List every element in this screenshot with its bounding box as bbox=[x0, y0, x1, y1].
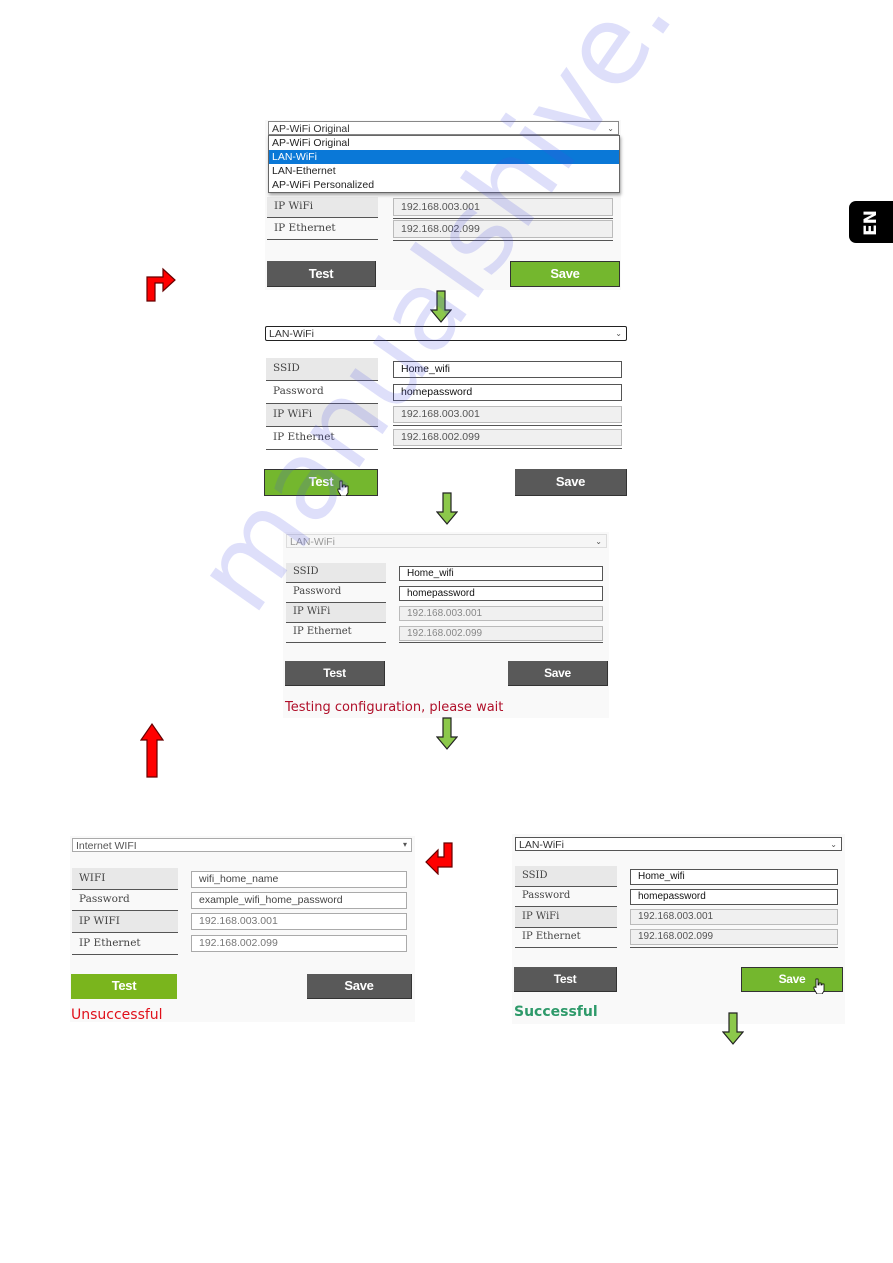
mode-dropdown: AP-WiFi Original LAN-WiFi LAN-Ethernet A… bbox=[268, 135, 620, 193]
unsuccessful-status-message: Unsuccessful bbox=[71, 1007, 163, 1023]
save-button[interactable]: Save bbox=[741, 967, 843, 992]
dropdown-option[interactable]: LAN-Ethernet bbox=[269, 164, 619, 178]
test-button[interactable]: Test bbox=[267, 261, 376, 287]
password-label: Password bbox=[286, 583, 386, 603]
ip-wifi-field[interactable]: 192.168.003.001 bbox=[393, 198, 613, 216]
save-button[interactable]: Save bbox=[510, 261, 620, 287]
dropdown-option[interactable]: AP-WiFi Personalized bbox=[269, 178, 619, 192]
password-input[interactable]: homepassword bbox=[393, 384, 622, 401]
green-down-arrow-icon bbox=[436, 492, 458, 525]
divider bbox=[393, 425, 622, 426]
ip-ethernet-label: IP Ethernet bbox=[266, 427, 378, 450]
divider bbox=[393, 218, 613, 219]
testing-status-message: Testing configuration, please wait bbox=[285, 700, 504, 715]
mode-select[interactable]: Internet WIFI ▾ bbox=[72, 838, 412, 852]
wifi-input[interactable]: wifi_home_name bbox=[191, 871, 407, 888]
hand-cursor-icon bbox=[813, 978, 825, 994]
language-label: EN bbox=[861, 210, 881, 236]
password-label: Password bbox=[72, 890, 178, 911]
chevron-down-icon: ⌄ bbox=[830, 840, 837, 849]
ip-wifi-label: IP WiFi bbox=[286, 603, 386, 623]
ip-ethernet-field[interactable]: 192.168.002.099 bbox=[630, 929, 838, 945]
ip-wifi-label: IP WiFi bbox=[267, 197, 378, 218]
mode-select-value: LAN-WiFi bbox=[269, 328, 314, 340]
ip-ethernet-field[interactable]: 192.168.002.099 bbox=[393, 220, 613, 238]
mode-select[interactable]: LAN-WiFi ⌄ bbox=[265, 326, 627, 341]
ip-wifi-label: IP WiFi bbox=[515, 907, 617, 928]
ip-ethernet-label: IP Ethernet bbox=[72, 933, 178, 955]
chevron-down-icon: ⌄ bbox=[607, 124, 614, 133]
red-turn-right-arrow-icon bbox=[146, 267, 176, 302]
ip-wifi-label: IP WiFi bbox=[266, 404, 378, 427]
mode-select-value: Internet WIFI bbox=[76, 840, 137, 852]
password-input[interactable]: homepassword bbox=[630, 889, 838, 905]
mode-select[interactable]: LAN-WiFi ⌄ bbox=[515, 837, 842, 851]
password-input[interactable]: example_wifi_home_password bbox=[191, 892, 407, 909]
divider bbox=[393, 240, 613, 241]
ssid-input[interactable]: Home_wifi bbox=[399, 566, 603, 581]
mode-select[interactable]: AP-WiFi Original ⌄ bbox=[268, 121, 619, 135]
ip-wifi-field[interactable]: 192.168.003.001 bbox=[191, 913, 407, 930]
test-button[interactable]: Test bbox=[71, 974, 177, 999]
ssid-input[interactable]: Home_wifi bbox=[393, 361, 622, 378]
ip-ethernet-field[interactable]: 192.168.002.099 bbox=[393, 429, 622, 446]
divider bbox=[399, 642, 603, 643]
password-label: Password bbox=[266, 381, 378, 404]
mode-select-disabled[interactable]: LAN-WiFi ⌄ bbox=[286, 534, 607, 548]
wifi-label: WIFI bbox=[72, 868, 178, 890]
ip-wifi-label: IP WIFI bbox=[72, 911, 178, 933]
ip-ethernet-field[interactable]: 192.168.002.099 bbox=[399, 626, 603, 641]
mode-select-value: AP-WiFi Original bbox=[272, 123, 350, 135]
ssid-input[interactable]: Home_wifi bbox=[630, 869, 838, 885]
green-down-arrow-icon bbox=[722, 1012, 744, 1045]
dropdown-option[interactable]: AP-WiFi Original bbox=[269, 136, 619, 150]
ip-wifi-field[interactable]: 192.168.003.001 bbox=[399, 606, 603, 621]
chevron-down-icon: ⌄ bbox=[615, 329, 622, 338]
green-down-arrow-icon bbox=[430, 290, 452, 323]
test-button[interactable]: Test bbox=[285, 661, 385, 686]
ssid-label: SSID bbox=[266, 358, 378, 381]
ip-wifi-field[interactable]: 192.168.003.001 bbox=[630, 909, 838, 925]
divider bbox=[630, 947, 838, 948]
ip-ethernet-label: IP Ethernet bbox=[267, 219, 378, 240]
chevron-down-icon: ▾ bbox=[402, 840, 407, 849]
save-button[interactable]: Save bbox=[307, 974, 412, 999]
mode-select-value: LAN-WiFi bbox=[290, 536, 335, 548]
ip-ethernet-field[interactable]: 192.168.002.099 bbox=[191, 935, 407, 952]
green-down-arrow-icon bbox=[436, 717, 458, 750]
divider bbox=[393, 448, 622, 449]
save-button[interactable]: Save bbox=[515, 469, 627, 496]
save-button[interactable]: Save bbox=[508, 661, 608, 686]
ip-ethernet-label: IP Ethernet bbox=[515, 928, 617, 948]
test-button[interactable]: Test bbox=[264, 469, 378, 496]
password-label: Password bbox=[515, 887, 617, 907]
ip-wifi-field[interactable]: 192.168.003.001 bbox=[393, 406, 622, 423]
ip-ethernet-label: IP Ethernet bbox=[286, 623, 386, 643]
red-turn-left-arrow-icon bbox=[425, 842, 453, 875]
chevron-down-icon: ⌄ bbox=[595, 537, 602, 546]
successful-status-message: Successful bbox=[514, 1004, 598, 1020]
dropdown-option-highlighted[interactable]: LAN-WiFi bbox=[269, 150, 619, 164]
mode-select-value: LAN-WiFi bbox=[519, 839, 564, 851]
password-input[interactable]: homepassword bbox=[399, 586, 603, 601]
red-up-arrow-icon bbox=[140, 722, 164, 778]
language-tab-en: EN bbox=[849, 201, 893, 243]
test-button[interactable]: Test bbox=[514, 967, 617, 992]
ssid-label: SSID bbox=[515, 866, 617, 887]
hand-cursor-icon bbox=[337, 480, 349, 496]
ssid-label: SSID bbox=[286, 563, 386, 583]
